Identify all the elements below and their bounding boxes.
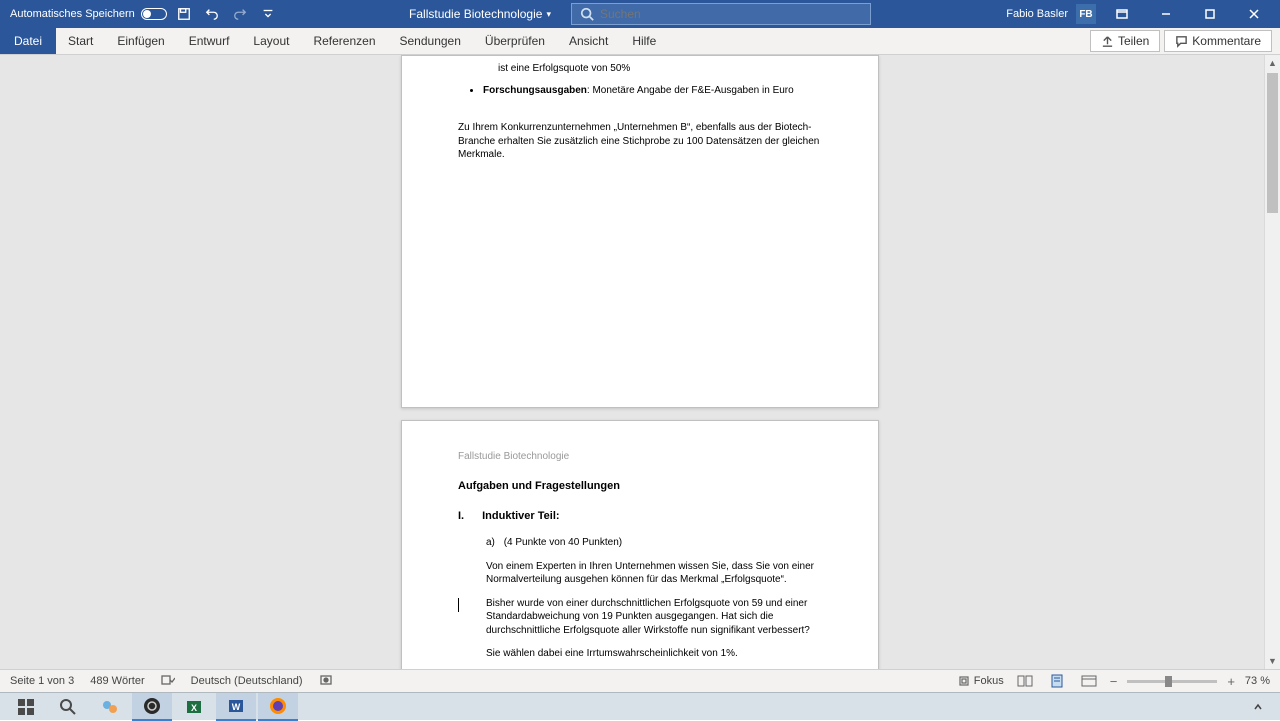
tab-start[interactable]: Start [56, 28, 105, 54]
status-bar: Seite 1 von 3 489 Wörter Deutsch (Deutsc… [0, 669, 1280, 692]
view-print-button[interactable] [1046, 672, 1068, 690]
tab-layout[interactable]: Layout [241, 28, 301, 54]
search-input[interactable] [600, 7, 862, 21]
undo-button[interactable] [201, 3, 223, 25]
start-button[interactable] [6, 693, 46, 721]
search-icon [580, 7, 594, 21]
document-area[interactable]: ist eine Erfolgsquote von 50% Forschungs… [0, 55, 1280, 669]
view-web-button[interactable] [1078, 672, 1100, 690]
tab-mailings[interactable]: Sendungen [388, 28, 473, 54]
bullet-2-rest: : Monetäre Angabe der F&E-Ausgaben in Eu… [587, 85, 794, 96]
zoom-out-button[interactable]: − [1110, 674, 1118, 689]
titlebar-right: Fabio Basler FB [1006, 0, 1280, 28]
ribbon-display-button[interactable] [1104, 0, 1140, 28]
comments-button[interactable]: Kommentare [1164, 30, 1272, 52]
search-box[interactable] [571, 3, 871, 25]
page-2: Fallstudie Biotechnologie Aufgaben und F… [401, 420, 879, 669]
share-button[interactable]: Teilen [1090, 30, 1160, 52]
section-title: Induktiver Teil: [482, 510, 559, 522]
taskbar-firefox[interactable] [258, 693, 298, 721]
item-a-p2: Bisher wurde von einer durchschnittliche… [486, 597, 822, 638]
tab-review[interactable]: Überprüfen [473, 28, 557, 54]
taskbar: X W [0, 692, 1280, 720]
page-header: Fallstudie Biotechnologie [458, 451, 822, 462]
bullet-2-bold: Forschungsausgaben [483, 85, 587, 96]
taskbar-search-button[interactable] [48, 693, 88, 721]
zoom-level[interactable]: 73 % [1245, 675, 1270, 687]
zoom-in-button[interactable]: + [1227, 674, 1235, 689]
scroll-down-button[interactable]: ▼ [1265, 653, 1280, 669]
close-button[interactable] [1236, 0, 1272, 28]
macro-icon[interactable] [319, 674, 333, 689]
page-1: ist eine Erfolgsquote von 50% Forschungs… [401, 55, 879, 408]
status-language[interactable]: Deutsch (Deutschland) [191, 675, 303, 687]
tab-view[interactable]: Ansicht [557, 28, 620, 54]
section-heading: Aufgaben und Fragestellungen [458, 480, 822, 492]
vertical-scrollbar[interactable]: ▲ ▼ [1264, 55, 1280, 669]
taskbar-word[interactable]: W [216, 693, 256, 721]
tab-insert[interactable]: Einfügen [105, 28, 176, 54]
scroll-thumb[interactable] [1267, 73, 1278, 213]
item-a-points: (4 Punkte von 40 Punkten) [504, 537, 622, 548]
minimize-button[interactable] [1148, 0, 1184, 28]
svg-text:X: X [191, 703, 197, 713]
system-tray [1248, 697, 1274, 717]
ribbon: Datei Start Einfügen Entwurf Layout Refe… [0, 28, 1280, 55]
svg-text:W: W [232, 702, 241, 712]
zoom-slider[interactable] [1127, 680, 1217, 683]
redo-button[interactable] [229, 3, 251, 25]
taskbar-obs[interactable] [132, 693, 172, 721]
zoom-thumb[interactable] [1165, 676, 1172, 687]
titlebar-center: Fallstudie Biotechnologie ▾ [409, 3, 871, 25]
text-cursor [458, 598, 459, 612]
scroll-track[interactable] [1265, 71, 1280, 653]
qat: Automatisches Speichern [0, 3, 279, 25]
item-a-p3: Sie wählen dabei eine Irrtumswahrscheinl… [486, 647, 822, 661]
status-words[interactable]: 489 Wörter [90, 675, 144, 687]
tab-design[interactable]: Entwurf [177, 28, 242, 54]
autosave-switch-icon [141, 8, 167, 20]
tab-file[interactable]: Datei [0, 28, 56, 54]
share-icon [1101, 35, 1114, 48]
focus-icon [958, 675, 970, 687]
section-number: I. [458, 510, 464, 522]
user-avatar[interactable]: FB [1076, 4, 1096, 24]
view-read-button[interactable] [1014, 672, 1036, 690]
tab-references[interactable]: Referenzen [301, 28, 387, 54]
tab-help[interactable]: Hilfe [620, 28, 668, 54]
bullet-icon [470, 89, 473, 92]
spellcheck-icon[interactable] [161, 674, 175, 689]
qat-customize-button[interactable] [257, 3, 279, 25]
title-bar: Automatisches Speichern Fallstudie Biote… [0, 0, 1280, 28]
section-row: I. Induktiver Teil: [458, 510, 822, 522]
save-button[interactable] [173, 3, 195, 25]
status-page[interactable]: Seite 1 von 3 [10, 675, 74, 687]
item-a-p1: Von einem Experten in Ihren Unternehmen … [486, 560, 822, 587]
comment-icon [1175, 35, 1188, 48]
taskbar-app-1[interactable] [90, 693, 130, 721]
autosave-label: Automatisches Speichern [10, 8, 135, 20]
tray-overflow-button[interactable] [1248, 697, 1268, 717]
taskbar-excel[interactable]: X [174, 693, 214, 721]
item-a-label: a) [486, 537, 495, 548]
document-title[interactable]: Fallstudie Biotechnologie ▾ [409, 7, 551, 21]
para-1: Zu Ihrem Konkurrenzunternehmen „Unterneh… [458, 121, 822, 162]
user-name[interactable]: Fabio Basler [1006, 8, 1068, 20]
autosave-toggle[interactable]: Automatisches Speichern [10, 8, 167, 20]
bullet-1-tail: ist eine Erfolgsquote von 50% [498, 62, 630, 76]
chevron-down-icon: ▾ [546, 9, 551, 20]
focus-mode[interactable]: Fokus [958, 675, 1004, 687]
scroll-up-button[interactable]: ▲ [1265, 55, 1280, 71]
maximize-button[interactable] [1192, 0, 1228, 28]
